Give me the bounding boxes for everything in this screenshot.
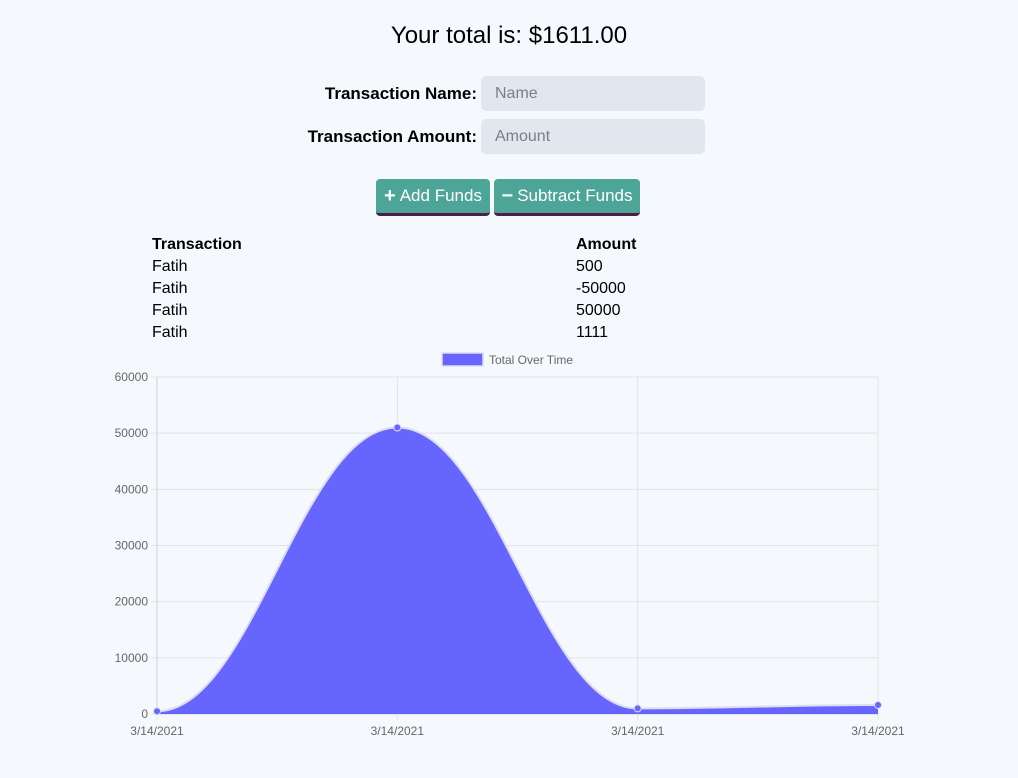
y-tick-label: 20000 — [115, 595, 149, 609]
data-point — [633, 704, 642, 713]
y-tick-label: 0 — [141, 707, 148, 721]
data-point — [153, 707, 161, 716]
x-tick-label: 3/14/2021 — [130, 724, 184, 738]
x-tick-label: 3/14/2021 — [851, 724, 905, 738]
y-tick-label: 40000 — [115, 482, 149, 496]
y-tick-label: 60000 — [115, 370, 149, 384]
total-over-time-chart: 0 10000 20000 30000 40000 50000 60000 3/14/2021… — [115, 352, 905, 738]
x-tick-label: 3/14/2021 — [611, 724, 665, 738]
data-point — [393, 423, 402, 432]
y-tick-label: 50000 — [115, 426, 149, 440]
series-area — [157, 427, 878, 714]
y-tick-label: 30000 — [115, 539, 149, 553]
data-point — [874, 700, 882, 709]
legend-label: Total Over Time — [489, 353, 573, 367]
x-tick-label: 3/14/2021 — [371, 724, 425, 738]
legend-swatch — [441, 352, 484, 367]
y-tick-label: 10000 — [115, 651, 149, 665]
